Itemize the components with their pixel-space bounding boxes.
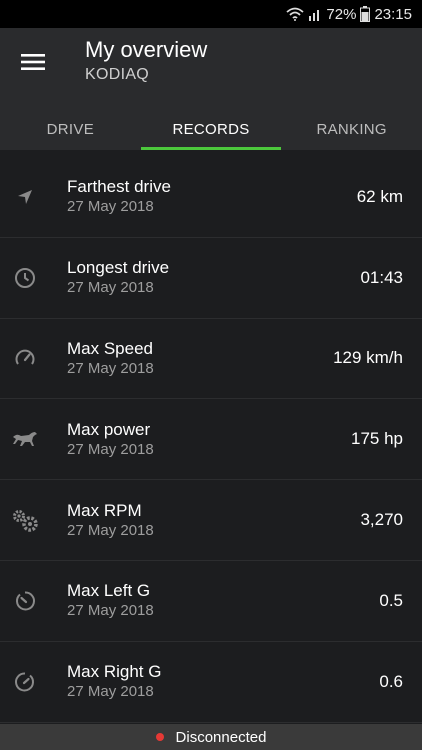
tab-records[interactable]: RECORDS <box>140 108 282 150</box>
left-g-icon <box>0 590 67 612</box>
tab-ranking[interactable]: RANKING <box>281 108 422 150</box>
speedometer-icon <box>0 347 67 369</box>
record-value: 3,270 <box>360 510 403 530</box>
record-date: 27 May 2018 <box>67 279 154 297</box>
status-bar: 72% 23:15 <box>0 0 422 28</box>
record-value: 129 km/h <box>333 348 403 368</box>
record-title: Max Speed <box>67 338 153 358</box>
record-date: 27 May 2018 <box>67 683 154 701</box>
menu-button[interactable] <box>14 46 52 78</box>
vehicle-name: KODIAQ <box>85 66 150 83</box>
record-title: Max Right G <box>67 662 162 682</box>
wifi-icon <box>286 7 305 21</box>
record-title: Max RPM <box>67 500 142 520</box>
page-title: My overview <box>85 37 208 62</box>
record-value: 62 km <box>356 186 403 206</box>
status-dot-icon <box>155 733 164 741</box>
record-date: 27 May 2018 <box>67 602 154 620</box>
record-date: 27 May 2018 <box>67 521 154 539</box>
record-date: 27 May 2018 <box>67 440 154 458</box>
record-longest-drive[interactable]: Longest drive 27 May 2018 01:43 <box>0 238 422 319</box>
connection-status: Disconnected <box>175 728 267 746</box>
record-title: Farthest drive <box>67 177 171 197</box>
record-farthest-drive[interactable]: Farthest drive 27 May 2018 62 km <box>0 157 422 238</box>
clock-icon <box>0 267 67 289</box>
app-header: My overview KODIAQ DRIVE RECORDS RANKING <box>0 28 422 150</box>
record-title: Max Left G <box>67 581 151 601</box>
record-date: 27 May 2018 <box>67 198 154 216</box>
battery-icon <box>360 6 371 22</box>
record-max-right-g[interactable]: Max Right G 27 May 2018 0.6 <box>0 642 422 723</box>
battery-percent: 72% <box>326 5 357 23</box>
record-max-speed[interactable]: Max Speed 27 May 2018 129 km/h <box>0 319 422 400</box>
record-value: 0.6 <box>379 671 403 691</box>
record-value: 175 hp <box>351 429 403 449</box>
record-max-rpm[interactable]: Max RPM 27 May 2018 3,270 <box>0 480 422 561</box>
signal-icon <box>308 7 322 21</box>
tab-bar: DRIVE RECORDS RANKING <box>0 108 422 150</box>
records-list: Farthest drive 27 May 2018 62 km Longest… <box>0 157 422 723</box>
clock-time: 23:15 <box>374 5 412 23</box>
hamburger-icon <box>21 54 45 70</box>
record-title: Max power <box>67 419 151 439</box>
record-value: 01:43 <box>360 267 403 287</box>
record-max-left-g[interactable]: Max Left G 27 May 2018 0.5 <box>0 561 422 642</box>
record-max-power[interactable]: Max power 27 May 2018 175 hp <box>0 399 422 481</box>
navigation-arrow-icon <box>0 187 67 207</box>
tab-drive[interactable]: DRIVE <box>0 108 141 150</box>
connection-status-bar: Disconnected <box>0 724 422 750</box>
right-g-icon <box>0 671 67 693</box>
record-value: 0.5 <box>379 590 403 610</box>
record-title: Longest drive <box>67 258 170 278</box>
horse-icon <box>0 429 67 449</box>
gears-icon <box>0 508 67 532</box>
record-date: 27 May 2018 <box>67 359 154 377</box>
